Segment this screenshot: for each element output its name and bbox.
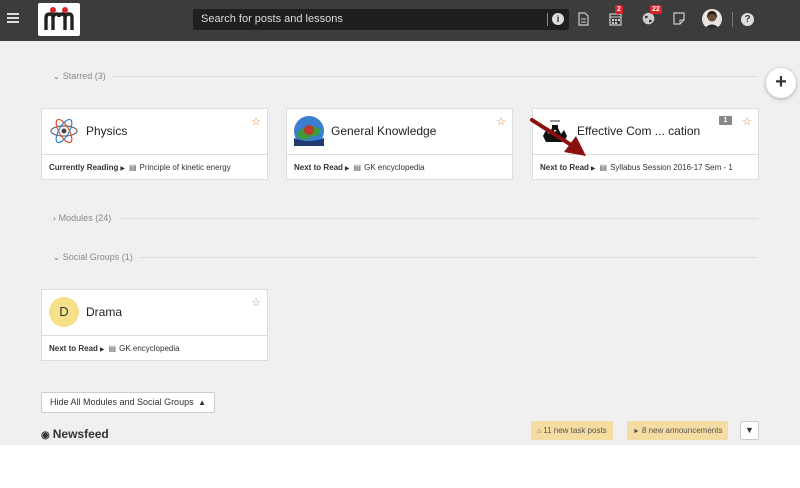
section-divider	[120, 218, 758, 219]
book-icon: ▤	[128, 163, 137, 172]
info-icon[interactable]: i	[552, 13, 564, 25]
globe-icon[interactable]	[642, 12, 655, 30]
document-icon[interactable]	[578, 12, 589, 31]
filter-icon: ▼	[745, 425, 754, 435]
reading-status: Currently Reading	[49, 163, 119, 172]
filter-button[interactable]: ▼	[740, 421, 759, 440]
chat-bubble-icon: ◉	[41, 430, 50, 441]
starred-section-label: Starred (3)	[62, 71, 106, 81]
reading-item-link[interactable]: Syllabus Session 2016-17 Sem - 1	[610, 163, 733, 172]
chevron-right-icon: ›	[53, 214, 56, 223]
search-divider	[547, 13, 548, 26]
home-icon: ⌂	[537, 428, 542, 435]
main-content: + ⌄ Starred (3) Physics ☆ Currently Readi…	[0, 41, 800, 445]
card-title: Physics	[86, 124, 128, 138]
calendar-badge: 2	[615, 5, 623, 14]
social-groups-section-toggle[interactable]: ⌄ Social Groups (1)	[53, 252, 133, 262]
star-icon[interactable]: ☆	[496, 115, 506, 128]
user-avatar[interactable]	[702, 9, 722, 29]
social-group-card-drama[interactable]: D Drama ☆ Next to Read ▶ ▤ GK encyclopedia	[41, 289, 268, 361]
reading-item-link[interactable]: Principle of kinetic energy	[140, 163, 231, 172]
search-input[interactable]: Search for posts and lessons	[201, 13, 343, 25]
globe-thumbnail-icon	[294, 116, 324, 146]
caret-right-icon: ▶	[120, 166, 125, 172]
hamburger-menu-icon[interactable]	[7, 13, 19, 23]
new-task-posts-button[interactable]: ⌂ 11 new task posts	[531, 421, 613, 440]
new-announcements-button[interactable]: ► 8 new announcements	[627, 421, 729, 440]
caret-right-icon: ▶	[590, 166, 596, 172]
book-icon: ▤	[108, 344, 117, 353]
reading-status: Next to Read	[294, 163, 343, 172]
reading-item-link[interactable]: GK encyclopedia	[364, 163, 424, 172]
count-badge: 1	[719, 116, 732, 125]
chevron-down-icon: ⌄	[53, 253, 60, 262]
caret-right-icon: ▶	[99, 347, 105, 353]
module-card-physics[interactable]: Physics ☆ Currently Reading ▶ ▤ Principle o…	[41, 108, 268, 180]
announcements-label: 8 new announcements	[641, 426, 723, 435]
physics-atom-icon	[49, 116, 79, 146]
annotation-arrow-icon	[530, 118, 586, 156]
caret-right-icon: ▶	[344, 166, 350, 172]
card-title: Drama	[86, 305, 123, 319]
star-icon[interactable]: ☆	[742, 115, 752, 128]
starred-section-toggle[interactable]: ⌄ Starred (3)	[53, 71, 106, 81]
app-logo[interactable]	[38, 3, 80, 36]
help-icon[interactable]: ?	[741, 13, 754, 26]
hide-all-modules-button[interactable]: Hide All Modules and Social Groups ▲	[41, 392, 216, 413]
book-icon: ▤	[353, 163, 362, 172]
newsfeed-heading: ◉ Newsfeed	[41, 427, 109, 441]
reading-status: Next to Read	[540, 163, 589, 172]
social-groups-section-label: Social Groups (1)	[62, 252, 133, 262]
toolbar-divider	[732, 12, 733, 27]
sticky-note-icon[interactable]	[673, 12, 685, 30]
reading-status: Next to Read	[49, 344, 98, 353]
chevron-down-icon: ⌄	[53, 72, 60, 81]
reading-item-link[interactable]: GK encyclopedia	[119, 344, 179, 353]
megaphone-icon: ►	[633, 428, 640, 435]
star-icon[interactable]: ☆	[251, 115, 261, 128]
newsfeed-title: Newsfeed	[52, 427, 109, 441]
module-card-general-knowledge[interactable]: General Knowledge ☆ Next to Read ▶ ▤ GK enc…	[286, 108, 513, 180]
book-icon: ▤	[599, 163, 608, 172]
modules-section-toggle[interactable]: › Modules (24)	[53, 213, 111, 223]
group-initial-avatar: D	[49, 297, 79, 327]
chevron-up-icon: ▲	[198, 398, 207, 407]
card-title: General Knowledge	[331, 124, 437, 138]
card-title: Effective Com ... cation	[577, 124, 701, 138]
hide-button-label: Hide All Modules and Social Groups	[50, 397, 194, 407]
task-posts-label: 11 new task posts	[543, 426, 607, 435]
modules-section-label: Modules (24)	[58, 213, 112, 223]
star-outline-icon[interactable]: ☆	[251, 296, 261, 309]
section-divider	[139, 257, 758, 258]
section-divider	[112, 76, 758, 77]
globe-badge: 22	[650, 5, 662, 14]
search-bar[interactable]: Search for posts and lessons i	[193, 9, 569, 30]
top-navbar: Search for posts and lessons i 2 22 ?	[0, 0, 800, 41]
calendar-icon[interactable]	[609, 12, 622, 31]
add-button[interactable]: +	[766, 68, 796, 98]
